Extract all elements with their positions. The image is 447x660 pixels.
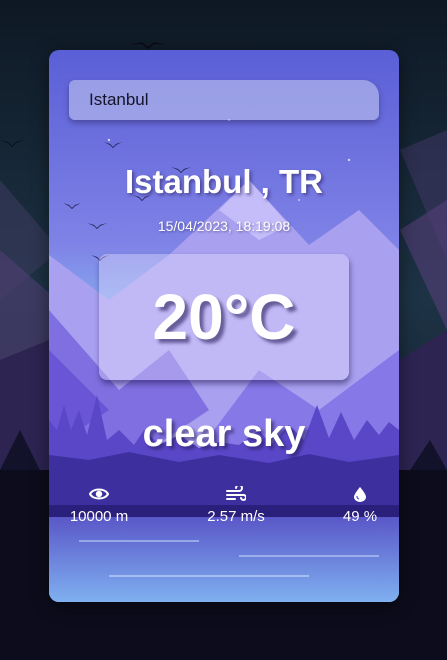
date-time: 15/04/2023, 18:19:08 [157, 218, 291, 234]
humidity-value: 49 % [342, 508, 378, 525]
temperature-value: 20°C [152, 281, 296, 353]
weather-description: clear sky [142, 413, 306, 455]
weather-card: Istanbul , TR 15/04/2023, 18:19:08 20°C … [49, 50, 399, 602]
temperature-panel: 20°C [99, 254, 349, 380]
wind-icon [226, 486, 246, 501]
droplet-icon [354, 487, 366, 502]
location-title: Istanbul , TR [125, 163, 323, 200]
visibility-stat: 10000 m [49, 486, 154, 525]
wind-stat: 2.57 m/s [181, 486, 291, 525]
humidity-stat: 49 % [305, 486, 399, 525]
city-search-input[interactable] [69, 80, 379, 120]
wind-value: 2.57 m/s [207, 508, 265, 525]
visibility-value: 10000 m [69, 508, 129, 525]
eye-icon [89, 488, 109, 500]
